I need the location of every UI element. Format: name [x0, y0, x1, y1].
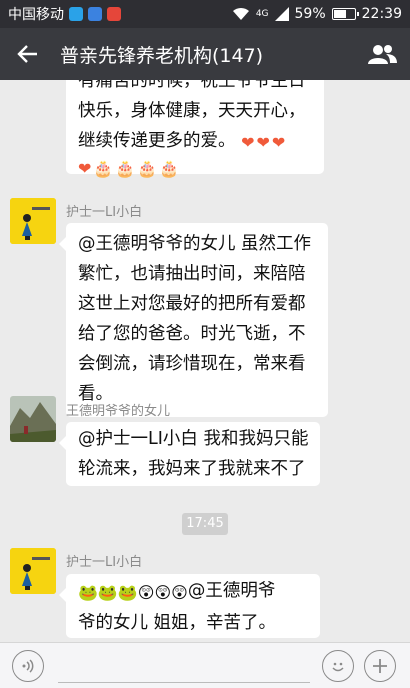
- frog-icon: 🐸: [78, 583, 98, 602]
- gallery-app-icon: [88, 7, 102, 21]
- more-button[interactable]: [364, 649, 396, 682]
- chat-message-list[interactable]: 有痛苦的时候，祝王爷爷生日 快乐，身体健康，天天开心， 继续传递更多的爱。 ❤ ❤…: [0, 80, 410, 642]
- plus-icon: [373, 658, 387, 673]
- emoji-button[interactable]: [322, 649, 354, 682]
- cake-icon: 🎂: [115, 159, 136, 178]
- wifi-icon: [232, 7, 249, 20]
- message-line: 快乐，身体健康，天天开心，: [78, 101, 306, 121]
- cake-icon: 🎂: [137, 159, 158, 178]
- status-bar: 中国移动 4G 59% 22:39: [0, 0, 410, 28]
- carrier-label: 中国移动: [8, 7, 64, 23]
- frog-icon: 🐸: [117, 583, 138, 602]
- cake-icon: 🎂: [159, 159, 180, 178]
- blocked-app-icon: [107, 7, 121, 21]
- voice-icon: [22, 658, 34, 673]
- message-input[interactable]: [58, 648, 310, 683]
- emoji-face-icon: [332, 662, 344, 671]
- avatar[interactable]: [10, 396, 56, 442]
- avatar[interactable]: [10, 548, 56, 594]
- surprised-face-icon: 😲: [137, 583, 155, 602]
- surprised-face-icon: 😲: [171, 583, 188, 602]
- message-line: 给了您的爸爸。时光飞逝，不: [78, 324, 306, 344]
- heart-icon: ❤: [271, 133, 286, 152]
- frog-icon: 🐸: [97, 583, 118, 602]
- cake-icon: 🎂: [93, 159, 114, 178]
- avatar[interactable]: [10, 198, 56, 244]
- group-members-button[interactable]: [354, 28, 410, 80]
- message-app-icon: [69, 7, 83, 21]
- message-line: 繁忙，也请抽出时间，来陪陪: [78, 264, 306, 284]
- battery-icon: [331, 8, 359, 20]
- message-timestamp: 17:45: [182, 513, 228, 535]
- message-line: 这世上对您最好的把所有爱都: [78, 294, 306, 314]
- battery-percent: 59%: [294, 6, 326, 22]
- group-members-icon: [368, 45, 397, 64]
- heart-icon: ❤: [241, 133, 255, 152]
- sender-name: 护士一LI小白: [66, 205, 143, 220]
- message-line: 轮流来，我妈来了我就来不了: [78, 459, 306, 479]
- chat-header: 普亲先锋养老机构(147): [0, 28, 410, 80]
- heart-icon: ❤: [256, 133, 270, 152]
- message-line: 继续传递更多的爱。: [78, 131, 236, 151]
- chat-title: 普亲先锋养老机构(147): [60, 44, 264, 67]
- input-bar: [0, 642, 410, 688]
- back-button[interactable]: [0, 28, 56, 80]
- nurse-avatar-icon: [10, 548, 56, 594]
- heart-icon: ❤: [78, 159, 92, 178]
- landscape-avatar-icon: [10, 396, 56, 442]
- voice-button[interactable]: [12, 649, 44, 682]
- arrow-left-icon: [17, 45, 37, 63]
- clock: 22:39: [361, 6, 402, 22]
- message-bubble[interactable]: @护士一LI小白 我和我妈只能 轮流来，我妈来了我就来不了: [59, 422, 320, 486]
- message-line: @王德明爷爷的女儿 虽然工作: [78, 234, 312, 254]
- message-line: @王德明爷: [187, 581, 276, 601]
- network-type-label: 4G: [255, 8, 269, 19]
- nurse-avatar-icon: [10, 198, 56, 244]
- sender-name: 护士一LI小白: [66, 555, 143, 570]
- message-line: 会倒流，请珍惜现在，常来看: [78, 354, 306, 374]
- message-bubble[interactable]: @王德明爷爷的女儿 虽然工作 繁忙，也请抽出时间，来陪陪 这世上对您最好的把所有…: [59, 223, 328, 417]
- message-line: 爷的女儿 姐姐，辛苦了。: [78, 613, 277, 633]
- surprised-face-icon: 😲: [154, 583, 172, 602]
- message-line: @护士一LI小白 我和我妈只能: [78, 429, 309, 449]
- message-bubble[interactable]: 有痛苦的时候，祝王爷爷生日 快乐，身体健康，天天开心， 继续传递更多的爱。 ❤ ❤…: [66, 80, 324, 178]
- message-bubble[interactable]: 🐸🐸🐸😲😲😲@王德明爷 爷的女儿 姐姐，辛苦了。: [59, 574, 320, 638]
- signal-icon: [274, 7, 289, 21]
- message-line: 有痛苦的时候，祝王爷爷生日: [78, 80, 306, 91]
- sender-name: 王德明爷爷的女儿: [66, 404, 171, 419]
